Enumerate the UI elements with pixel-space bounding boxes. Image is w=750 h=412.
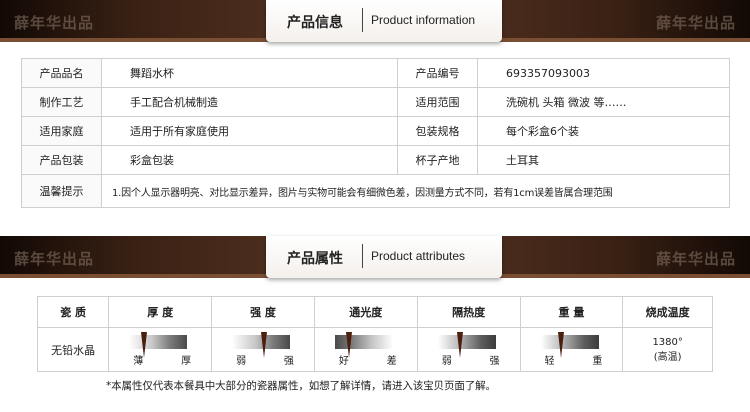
table-row: 无铅水晶 薄 厚 弱 强 好 差 弱 强 轻 重 1380° (高温) — [36, 327, 713, 372]
info-title-en: Product information — [371, 13, 476, 27]
firing-temp-note: (高温) — [653, 351, 682, 363]
column-header: 厚 度 — [108, 296, 213, 328]
footer-note: *本属性仅代表本餐具中大部分的瓷器属性，如想了解详情，请进入该宝贝页面了解。 — [106, 380, 496, 392]
watermark-right: 薛年华出品 — [655, 14, 736, 32]
info-key: 产品包装 — [21, 145, 102, 175]
table-row: 适用家庭 适用于所有家庭使用 包装规格 每个彩盒6个装 — [21, 116, 730, 146]
attr-title-tab: 产品属性 Product attributes — [266, 236, 502, 278]
info-value: 适用于所有家庭使用 — [101, 116, 398, 146]
info-value: 693357093003 — [477, 58, 730, 88]
column-header: 烧成温度 — [622, 296, 713, 328]
info-banner: 薛年华出品 薛年华出品 产品信息 Product information — [0, 0, 750, 42]
table-row: 产品包装 彩盒包装 杯子产地 土耳其 — [21, 145, 730, 175]
note-text: 1.因个人显示器明亮、对比显示差异，图片与实物可能会有细微色差，因测量方式不同，… — [101, 174, 730, 208]
scale-high-label: 重 — [592, 356, 603, 367]
transparency-scale: 好 差 — [313, 327, 418, 372]
scale-high-label: 差 — [386, 356, 397, 367]
info-key: 适用家庭 — [21, 116, 102, 146]
strength-scale: 弱 强 — [211, 327, 315, 372]
info-value: 舞蹈水杯 — [101, 58, 398, 88]
info-title-tab: 产品信息 Product information — [266, 0, 502, 42]
scale-low-label: 弱 — [236, 356, 247, 367]
table-row: 产品品名 舞蹈水杯 产品编号 693357093003 — [21, 58, 730, 88]
info-key: 杯子产地 — [397, 145, 478, 175]
info-value: 手工配合机械制造 — [101, 87, 398, 117]
info-key: 包装规格 — [397, 116, 478, 146]
info-value: 洗碗机 头箱 微波 等…… — [477, 87, 730, 117]
info-key: 制作工艺 — [21, 87, 102, 117]
weight-scale: 轻 重 — [519, 327, 624, 372]
info-key: 适用范围 — [397, 87, 478, 117]
title-separator — [362, 8, 363, 32]
attr-banner: 薛年华出品 薛年华出品 产品属性 Product attributes — [0, 236, 750, 278]
watermark-left: 薛年华出品 — [14, 250, 95, 268]
firing-temp-cell: 1380° (高温) — [622, 327, 713, 372]
scale-marker — [260, 332, 267, 358]
info-value: 彩盒包装 — [101, 145, 398, 175]
column-header: 重 量 — [519, 296, 624, 328]
attr-title-cn: 产品属性 — [287, 251, 343, 267]
material-cell: 无铅水晶 — [36, 327, 110, 372]
column-header: 强 度 — [211, 296, 315, 328]
column-header: 通光度 — [313, 296, 418, 328]
table-row: 制作工艺 手工配合机械制造 适用范围 洗碗机 头箱 微波 等…… — [21, 87, 730, 117]
scale-low-label: 薄 — [133, 356, 144, 367]
scale-high-label: 强 — [489, 356, 500, 367]
watermark-right: 薛年华出品 — [655, 250, 736, 268]
insulation-scale: 弱 强 — [416, 327, 521, 372]
scale-gradient — [540, 335, 599, 349]
watermark-left: 薛年华出品 — [14, 14, 95, 32]
scale-gradient — [334, 335, 393, 349]
scale-low-label: 弱 — [441, 356, 452, 367]
info-key: 产品品名 — [21, 58, 102, 88]
scale-marker — [456, 332, 463, 358]
scale-gradient — [129, 335, 188, 349]
scale-high-label: 强 — [283, 356, 294, 367]
scale-high-label: 厚 — [181, 356, 192, 367]
scale-low-label: 轻 — [544, 356, 555, 367]
column-header: 隔热度 — [416, 296, 521, 328]
firing-temp-value: 1380° — [652, 336, 683, 348]
scale-marker — [557, 332, 564, 358]
info-value: 每个彩盒6个装 — [477, 116, 730, 146]
product-attr-table: 瓷 质 厚 度 强 度 通光度 隔热度 重 量 烧成温度 无铅水晶 薄 厚 弱 … — [36, 296, 713, 372]
table-row: 温馨提示 1.因个人显示器明亮、对比显示差异，图片与实物可能会有细微色差，因测量… — [21, 174, 730, 208]
info-title-cn: 产品信息 — [287, 15, 343, 31]
scale-gradient — [437, 335, 496, 349]
product-info-table: 产品品名 舞蹈水杯 产品编号 693357093003 制作工艺 手工配合机械制… — [21, 58, 730, 208]
scale-low-label: 好 — [338, 356, 349, 367]
title-separator — [362, 244, 363, 268]
info-value: 土耳其 — [477, 145, 730, 175]
note-label: 温馨提示 — [21, 174, 102, 208]
attr-title-en: Product attributes — [371, 249, 466, 263]
column-header: 瓷 质 — [36, 296, 110, 328]
table-header-row: 瓷 质 厚 度 强 度 通光度 隔热度 重 量 烧成温度 — [36, 296, 713, 328]
thickness-scale: 薄 厚 — [108, 327, 213, 372]
info-key: 产品编号 — [397, 58, 478, 88]
